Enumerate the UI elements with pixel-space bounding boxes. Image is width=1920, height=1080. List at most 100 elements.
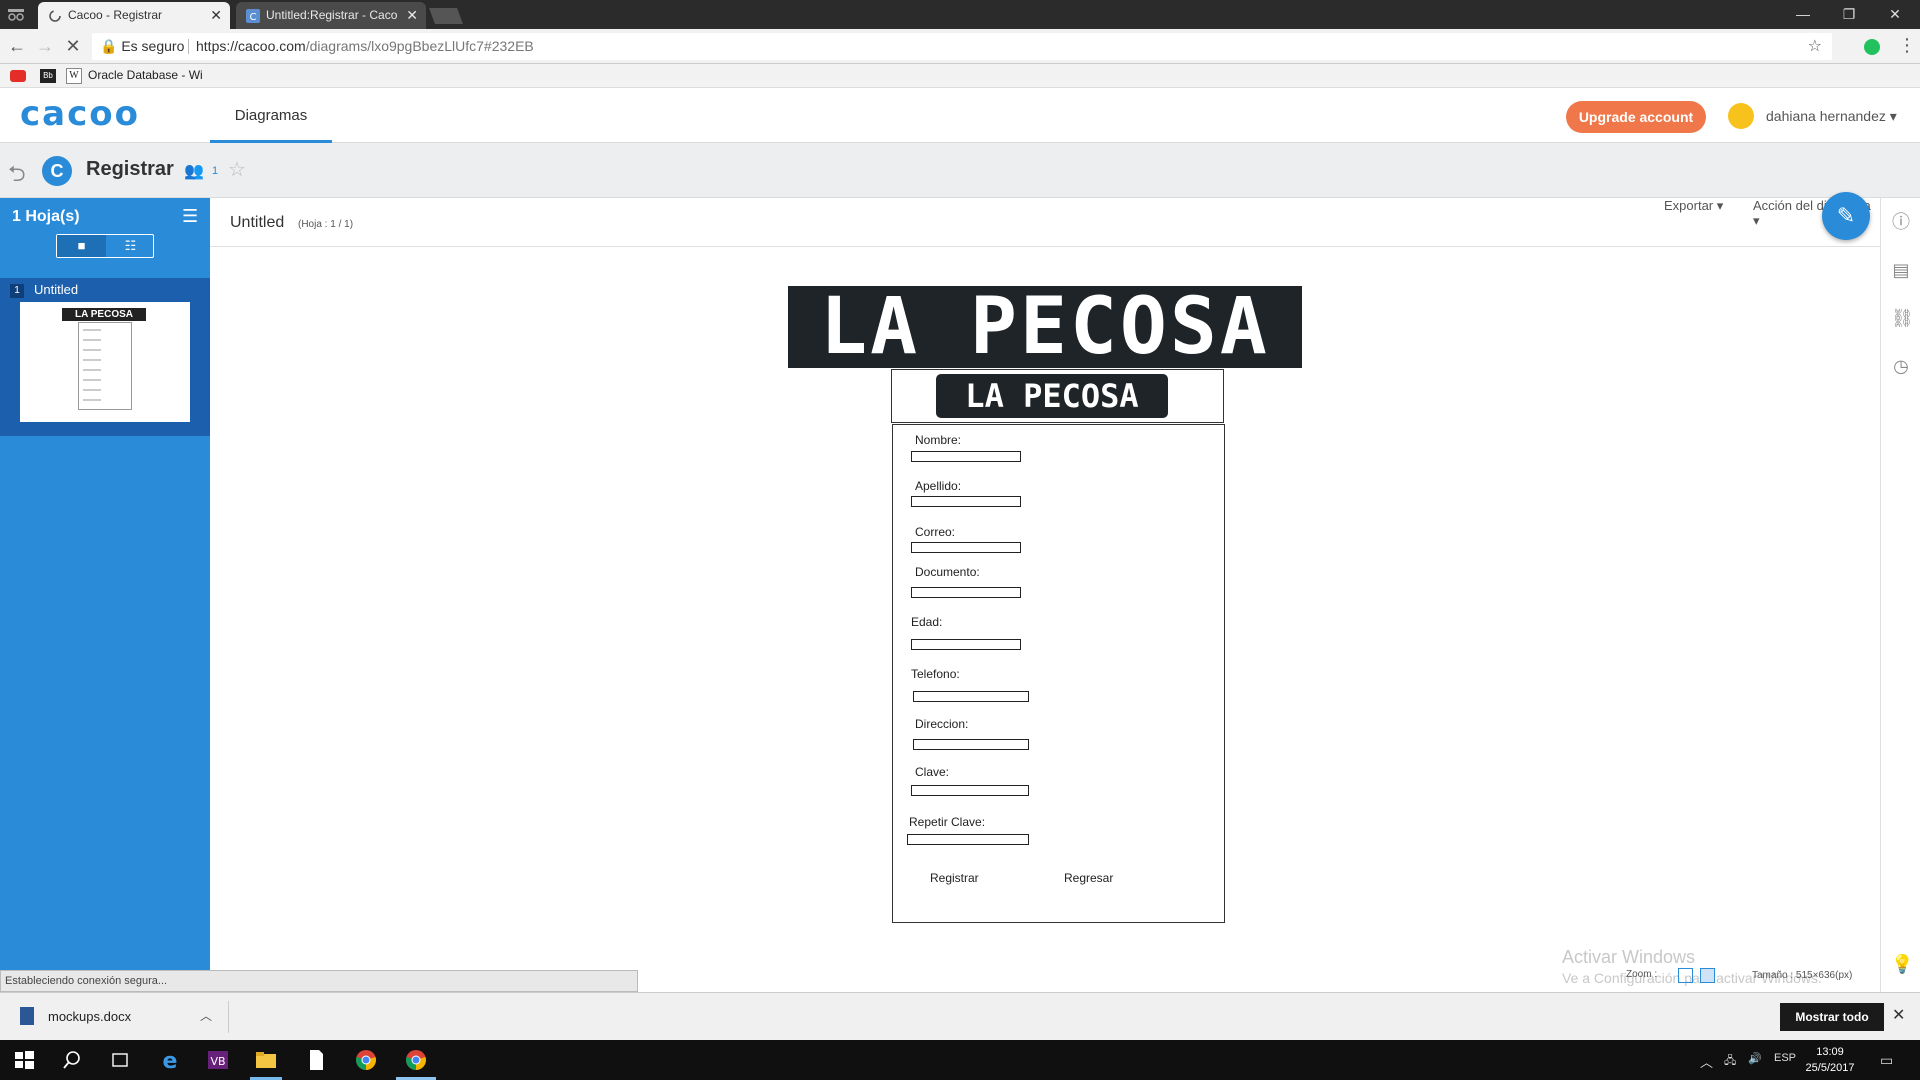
network-icon[interactable]: 🖧 — [1724, 1052, 1736, 1071]
label-nombre: Nombre: — [915, 433, 962, 447]
chevron-down-icon: ▾ — [1716, 198, 1724, 213]
task-view-icon[interactable] — [108, 1048, 132, 1072]
bookmark-oracle-database[interactable]: Oracle Database - Wi — [88, 68, 203, 82]
zoom-fit-icon[interactable] — [1678, 968, 1693, 983]
windows-start-icon[interactable] — [12, 1048, 36, 1072]
input-apellido[interactable] — [911, 496, 1021, 507]
input-correo[interactable] — [911, 542, 1021, 553]
input-repetir-clave[interactable] — [907, 834, 1029, 845]
blackboard-icon[interactable]: Bb — [40, 69, 56, 83]
label-direccion: Direccion: — [915, 717, 969, 731]
close-tab-icon[interactable]: ✕ — [406, 2, 418, 29]
diagram-title[interactable]: Registrar — [86, 158, 174, 181]
back-icon[interactable]: ← — [6, 36, 28, 58]
input-documento[interactable] — [911, 587, 1021, 598]
nav-diagramas[interactable]: Diagramas — [210, 88, 332, 143]
chevron-up-icon[interactable]: ︿ — [200, 1007, 212, 1024]
edge-icon[interactable]: e — [158, 1048, 182, 1072]
sheet-item[interactable]: 1 Untitled LA PECOSA — [0, 278, 210, 436]
extension-icon[interactable] — [1864, 39, 1880, 55]
cacoo-logo[interactable]: cacoo — [20, 94, 140, 134]
user-menu[interactable]: dahiana hernandez ▾ — [1766, 108, 1897, 125]
chevron-down-icon: ▾ — [1753, 213, 1760, 228]
chevron-down-icon: ▾ — [1889, 108, 1897, 124]
restore-icon[interactable]: ❐ — [1826, 0, 1872, 29]
chrome-icon[interactable] — [404, 1048, 428, 1072]
back-to-list-icon[interactable]: ⮌ — [8, 157, 26, 195]
list-view-icon[interactable]: ☷ — [106, 235, 155, 257]
history-icon[interactable]: ◷ — [1891, 356, 1911, 376]
logo-frame[interactable]: LA PECOSA — [891, 369, 1224, 423]
document-icon[interactable] — [304, 1048, 328, 1072]
comments-icon[interactable]: ▤ — [1891, 260, 1911, 280]
bookmark-star-icon[interactable]: ☆ — [1808, 33, 1822, 60]
info-icon[interactable]: ⓘ — [1891, 212, 1911, 232]
status-bar: Estableciendo conexión segura... — [0, 970, 638, 992]
close-tab-icon[interactable]: ✕ — [210, 2, 222, 29]
bookmarks-bar: Bb W Oracle Database - Wi — [0, 64, 1920, 88]
sheet-info: (Hoja : 1 / 1) — [298, 219, 354, 230]
minimize-icon[interactable]: — — [1780, 0, 1826, 29]
sheet-thumbnail[interactable]: LA PECOSA — [20, 302, 190, 422]
logo-image: LA PECOSA — [936, 374, 1168, 418]
avatar[interactable] — [1728, 103, 1754, 129]
browser-toolbar: ← → ✕ 🔒 Es seguro https://cacoo.com/diag… — [0, 29, 1920, 64]
divider — [210, 246, 1880, 247]
windows-taskbar: e VB ︿ 🖧 🔊 ESP 13:09 25/5/2017 ▭ — [0, 1040, 1920, 1080]
zoom-label: Zoom : — [1626, 969, 1658, 980]
export-menu[interactable]: Exportar ▾ — [1664, 198, 1723, 214]
address-bar[interactable]: 🔒 Es seguro https://cacoo.com/diagrams/l… — [92, 33, 1832, 60]
tab-cacoo-registrar[interactable]: Cacoo - Registrar ✕ — [38, 2, 230, 29]
close-window-icon[interactable]: ✕ — [1872, 0, 1918, 29]
hamburger-icon[interactable]: ☰ — [182, 206, 198, 227]
collaborators-count: 1 — [212, 165, 219, 177]
sheets-count-title: 1 Hoja(s) — [12, 208, 80, 225]
thumbnail-view-icon[interactable]: ■ — [57, 235, 106, 257]
search-icon[interactable] — [60, 1048, 84, 1072]
collaborators-icon[interactable]: 👥 — [184, 161, 204, 181]
stop-icon[interactable]: ✕ — [62, 36, 84, 58]
cacoo-badge-icon: C — [42, 156, 72, 186]
input-edad[interactable] — [911, 639, 1021, 650]
label-documento: Documento: — [915, 565, 980, 579]
registrar-button[interactable]: Registrar — [930, 871, 979, 885]
chrome-icon[interactable] — [354, 1048, 378, 1072]
word-document-icon — [20, 1007, 34, 1025]
browser-menu-icon[interactable]: ⋮ — [1898, 35, 1916, 56]
banner-image[interactable]: LA PECOSA — [788, 286, 1302, 368]
show-all-button[interactable]: Mostrar todo — [1780, 1003, 1884, 1031]
diagram-canvas[interactable]: Untitled (Hoja : 1 / 1) Exportar ▾ Acció… — [210, 192, 1880, 986]
zoom-actual-icon[interactable] — [1700, 968, 1715, 983]
new-tab-button[interactable] — [429, 8, 463, 24]
notifications-icon[interactable]: ▭ — [1880, 1052, 1893, 1069]
sheet-title[interactable]: Untitled — [230, 214, 284, 232]
volume-icon[interactable]: 🔊 — [1748, 1052, 1762, 1065]
input-clave[interactable] — [911, 785, 1029, 796]
label-repetir-clave: Repetir Clave: — [909, 815, 986, 829]
visual-studio-icon[interactable]: VB — [206, 1048, 230, 1072]
clock[interactable]: 13:09 25/5/2017 — [1800, 1044, 1860, 1076]
upgrade-account-button[interactable]: Upgrade account — [1566, 101, 1706, 133]
input-nombre[interactable] — [911, 451, 1021, 462]
favorite-star-icon[interactable]: ☆ — [228, 157, 246, 182]
language-indicator[interactable]: ESP — [1774, 1052, 1796, 1064]
forward-icon[interactable]: → — [34, 36, 56, 58]
right-rail: ⓘ ▤ ⛓ ◷ 💡 — [1880, 198, 1920, 992]
registration-form[interactable]: Nombre: Apellido: Correo: Documento: Eda… — [892, 424, 1225, 923]
label-apellido: Apellido: — [915, 479, 962, 493]
download-item[interactable]: mockups.docx — [48, 1009, 131, 1024]
file-explorer-icon[interactable] — [254, 1048, 278, 1072]
youtube-icon[interactable] — [10, 70, 26, 82]
divider — [228, 1001, 229, 1033]
tab-title: Cacoo - Registrar — [68, 8, 163, 22]
input-telefono[interactable] — [913, 691, 1029, 702]
tray-chevron-up-icon[interactable]: ︿ — [1700, 1052, 1713, 1071]
lightbulb-icon[interactable]: 💡 — [1891, 954, 1913, 974]
close-download-bar-icon[interactable]: ✕ — [1892, 1005, 1905, 1025]
regresar-button[interactable]: Regresar — [1064, 871, 1113, 885]
link-icon[interactable]: ⛓ — [1891, 308, 1914, 328]
tab-untitled-registrar[interactable]: C Untitled:Registrar - Caco ✕ — [236, 2, 426, 29]
edit-diagram-button[interactable]: ✎ — [1822, 192, 1870, 240]
incognito-icon — [8, 9, 24, 21]
input-direccion[interactable] — [913, 739, 1029, 750]
